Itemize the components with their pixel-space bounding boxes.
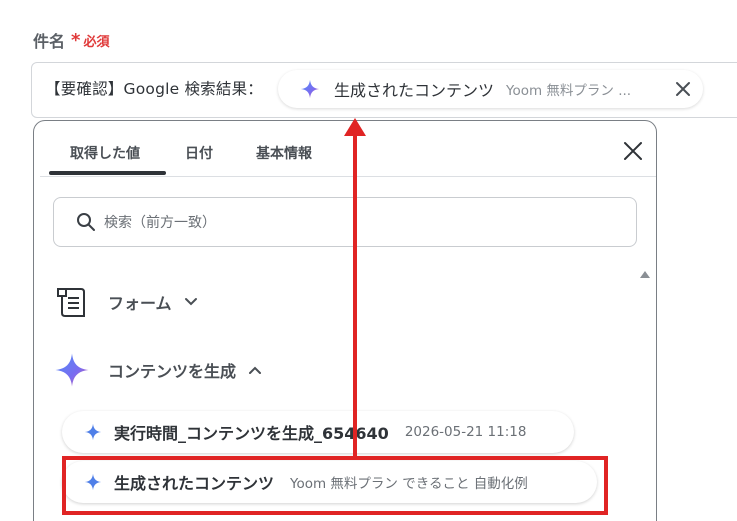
chevron-down-icon <box>184 298 197 306</box>
subject-field-label: 件名 * 必須 <box>33 28 109 52</box>
chip-title: 生成されたコンテンツ <box>334 81 495 100</box>
chip-subtitle: Yoom 無料プラン ... <box>506 83 632 99</box>
sparkle-icon <box>55 353 89 387</box>
sparkle-icon <box>300 79 320 99</box>
search-placeholder: 検索（前方一致） <box>104 215 216 231</box>
search-icon <box>77 213 95 231</box>
chevron-up-icon <box>249 366 262 374</box>
tab-basic-info[interactable]: 基本情報 <box>256 143 312 163</box>
highlight-box <box>62 456 608 515</box>
search-input[interactable]: 検索（前方一致） <box>53 197 637 247</box>
item-title: 実行時間_コンテンツを生成_654640 <box>114 424 389 443</box>
required-text: 必須 <box>83 34 110 50</box>
item-subtitle: 2026-05-21 11:18 <box>404 424 527 440</box>
section-generate-label: コンテンツを生成 <box>108 362 237 381</box>
chip-close-icon[interactable] <box>673 79 693 99</box>
tab-acquired-values[interactable]: 取得した値 <box>70 143 140 163</box>
inserted-value-chip[interactable]: 生成されたコンテンツ Yoom 無料プラン ... <box>278 70 703 108</box>
annotation-arrow-head-icon <box>344 118 366 136</box>
scroll-up-arrow-icon[interactable] <box>640 271 650 278</box>
tab-date[interactable]: 日付 <box>185 143 213 163</box>
list-item-execution-time[interactable]: 実行時間_コンテンツを生成_654640 2026-05-21 11:18 <box>62 411 574 453</box>
sparkle-icon <box>84 423 102 441</box>
field-label-text: 件名 <box>33 32 66 51</box>
section-generate-content[interactable]: コンテンツを生成 <box>54 352 262 388</box>
close-icon[interactable] <box>622 140 644 162</box>
annotation-arrow-line <box>353 134 357 457</box>
subject-prefix-text: 【要確認】Google 検索結果： <box>45 80 263 98</box>
active-tab-indicator <box>49 171 166 175</box>
scrollbar[interactable] <box>642 289 648 521</box>
section-form-label: フォーム <box>108 294 172 313</box>
section-form[interactable]: フォーム <box>54 284 198 320</box>
required-star: * <box>71 29 81 51</box>
form-icon <box>57 288 85 317</box>
